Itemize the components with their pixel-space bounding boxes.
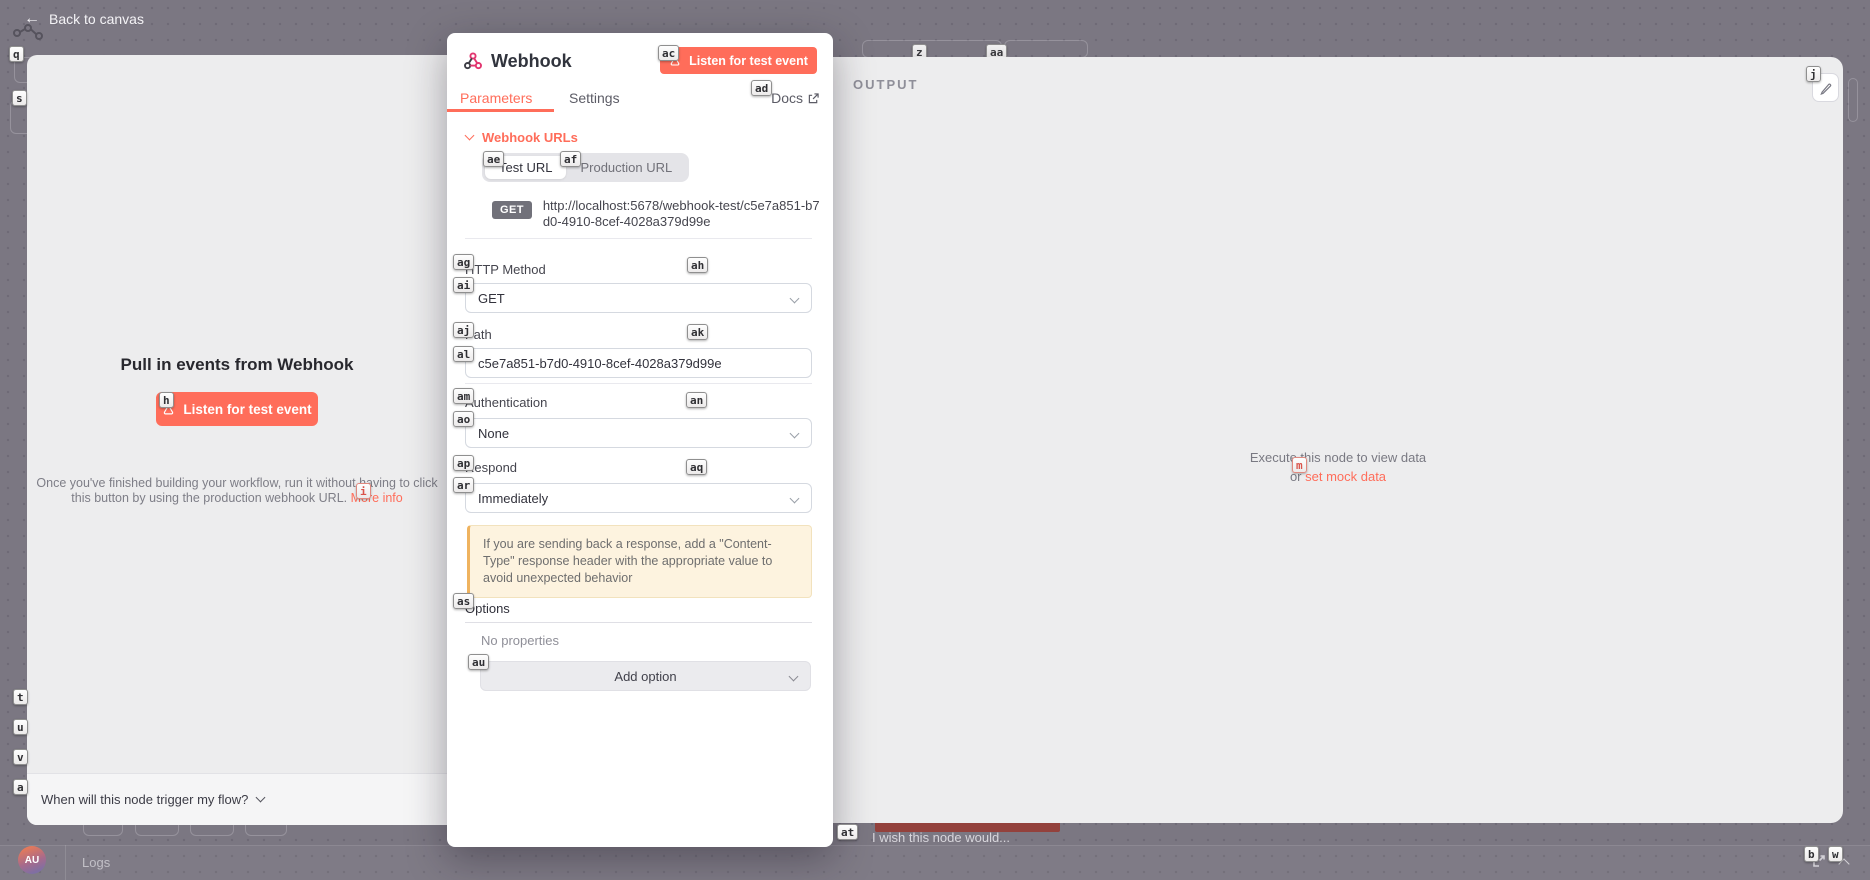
hint-ar: ar — [453, 477, 474, 493]
options-label: Options — [465, 601, 812, 623]
node-title: Webhook — [491, 51, 572, 72]
hint-as: as — [453, 593, 474, 609]
canvas-ghost-tab — [862, 40, 1002, 58]
hint-i: i — [356, 483, 371, 499]
hint-af: af — [560, 151, 581, 167]
hint-h: h — [159, 392, 174, 408]
hint-ae: ae — [483, 151, 504, 167]
back-arrow-icon: ← — [24, 11, 40, 27]
divider — [465, 383, 812, 384]
hint-b: b — [1804, 846, 1819, 862]
trigger-hint-text: Once you've finished building your workf… — [36, 476, 438, 506]
output-header: OUTPUT — [853, 77, 918, 92]
chevron-down-icon — [789, 672, 799, 682]
authentication-select[interactable]: None — [465, 418, 812, 448]
output-empty-line1: Execute this node to view data — [833, 448, 1843, 467]
hint-ai: ai — [453, 277, 474, 293]
http-method-badge: GET — [492, 201, 532, 219]
active-tab-underline — [447, 109, 554, 112]
http-method-label: HTTP Method — [465, 262, 546, 277]
production-url-tab[interactable]: Production URL — [566, 156, 686, 179]
back-to-canvas[interactable]: ← Back to canvas — [24, 11, 144, 27]
hint-w: w — [1828, 846, 1843, 862]
wish-input[interactable]: I wish this node would... — [872, 830, 1010, 845]
hint-aj: aj — [453, 322, 474, 338]
output-empty-state: Execute this node to view data or set mo… — [833, 448, 1843, 486]
hint-t: t — [13, 689, 28, 705]
docs-link[interactable]: Docs — [771, 90, 819, 106]
node-settings-modal: Webhook Listen for test event Parameters… — [447, 33, 833, 847]
external-link-icon — [808, 93, 819, 104]
hint-at: at — [837, 824, 858, 840]
options-empty-text: No properties — [481, 633, 559, 648]
screen: { "overlay": { "back_to_canvas": "Back t… — [0, 0, 1870, 880]
hint-ad: ad — [751, 80, 772, 96]
divider — [465, 238, 812, 239]
trigger-panel-title: Pull in events from Webhook — [27, 355, 447, 375]
chevron-down-icon — [790, 294, 800, 304]
webhook-url[interactable]: http://localhost:5678/webhook-test/c5e7a… — [543, 198, 825, 229]
set-mock-data-link[interactable]: set mock data — [1305, 469, 1386, 484]
webhook-urls-section-toggle[interactable]: Webhook URLs — [466, 130, 578, 145]
logs-label[interactable]: Logs — [82, 855, 110, 870]
modal-header: Webhook Listen for test event — [463, 47, 817, 75]
respond-select[interactable]: Immediately — [465, 483, 812, 513]
hint-ap: ap — [453, 455, 474, 471]
tab-parameters[interactable]: Parameters — [460, 90, 532, 106]
webhook-icon — [463, 51, 483, 71]
output-panel: OUTPUT Execute this node to view data or… — [833, 57, 1843, 823]
canvas-ghost-handle — [1848, 78, 1858, 122]
webhook-urls-label: Webhook URLs — [482, 130, 578, 145]
path-input[interactable]: c5e7a851-b7d0-4910-8cef-4028a379d99e — [465, 348, 812, 378]
hint-ak: ak — [687, 324, 708, 340]
add-option-select[interactable]: Add option — [480, 661, 811, 691]
hint-ah: ah — [687, 257, 708, 273]
pencil-icon — [1819, 81, 1833, 95]
back-to-canvas-label: Back to canvas — [49, 11, 144, 27]
content-type-notice: If you are sending back a response, add … — [467, 525, 812, 598]
output-empty-line2: or set mock data — [833, 467, 1843, 486]
tab-settings[interactable]: Settings — [569, 90, 620, 106]
hint-al: al — [453, 346, 474, 362]
hint-u: u — [13, 719, 28, 735]
chevron-down-icon — [465, 131, 475, 141]
chevron-down-icon — [790, 429, 800, 439]
trigger-panel: Pull in events from Webhook Listen for t… — [27, 55, 447, 825]
hint-ac: ac — [658, 45, 679, 61]
url-mode-toggle: Test URL Production URL — [482, 153, 689, 182]
chevron-down-icon — [790, 494, 800, 504]
hint-q: q — [9, 46, 24, 62]
hint-v: v — [13, 749, 28, 765]
canvas-ghost-tab — [1004, 40, 1088, 58]
http-method-select[interactable]: GET — [465, 283, 812, 313]
avatar[interactable]: AU — [18, 846, 46, 874]
hint-au: au — [468, 654, 489, 670]
modal-listen-button[interactable]: Listen for test event — [660, 47, 817, 74]
hint-j: j — [1806, 66, 1821, 82]
hint-ao: ao — [453, 411, 474, 427]
modal-listen-label: Listen for test event — [689, 54, 808, 68]
hint-aq: aq — [686, 459, 707, 475]
chevron-down-icon — [256, 793, 266, 803]
hint-s: s — [12, 90, 27, 106]
hint-a: a — [13, 779, 28, 795]
hint-an: an — [686, 392, 707, 408]
listen-test-event-button[interactable]: Listen for test event — [156, 392, 318, 426]
logs-divider — [65, 845, 66, 880]
logs-bar — [0, 845, 1870, 880]
trigger-footer-question: When will this node trigger my flow? — [41, 792, 248, 807]
hint-ag: ag — [453, 254, 474, 270]
webhook-url-row: GET http://localhost:5678/webhook-test/c… — [492, 198, 825, 229]
hint-m: m — [1292, 457, 1307, 473]
trigger-footer-toggle[interactable]: When will this node trigger my flow? — [27, 773, 447, 825]
authentication-label: Authentication — [465, 395, 547, 410]
listen-test-event-label: Listen for test event — [183, 402, 311, 417]
hint-am: am — [453, 388, 474, 404]
